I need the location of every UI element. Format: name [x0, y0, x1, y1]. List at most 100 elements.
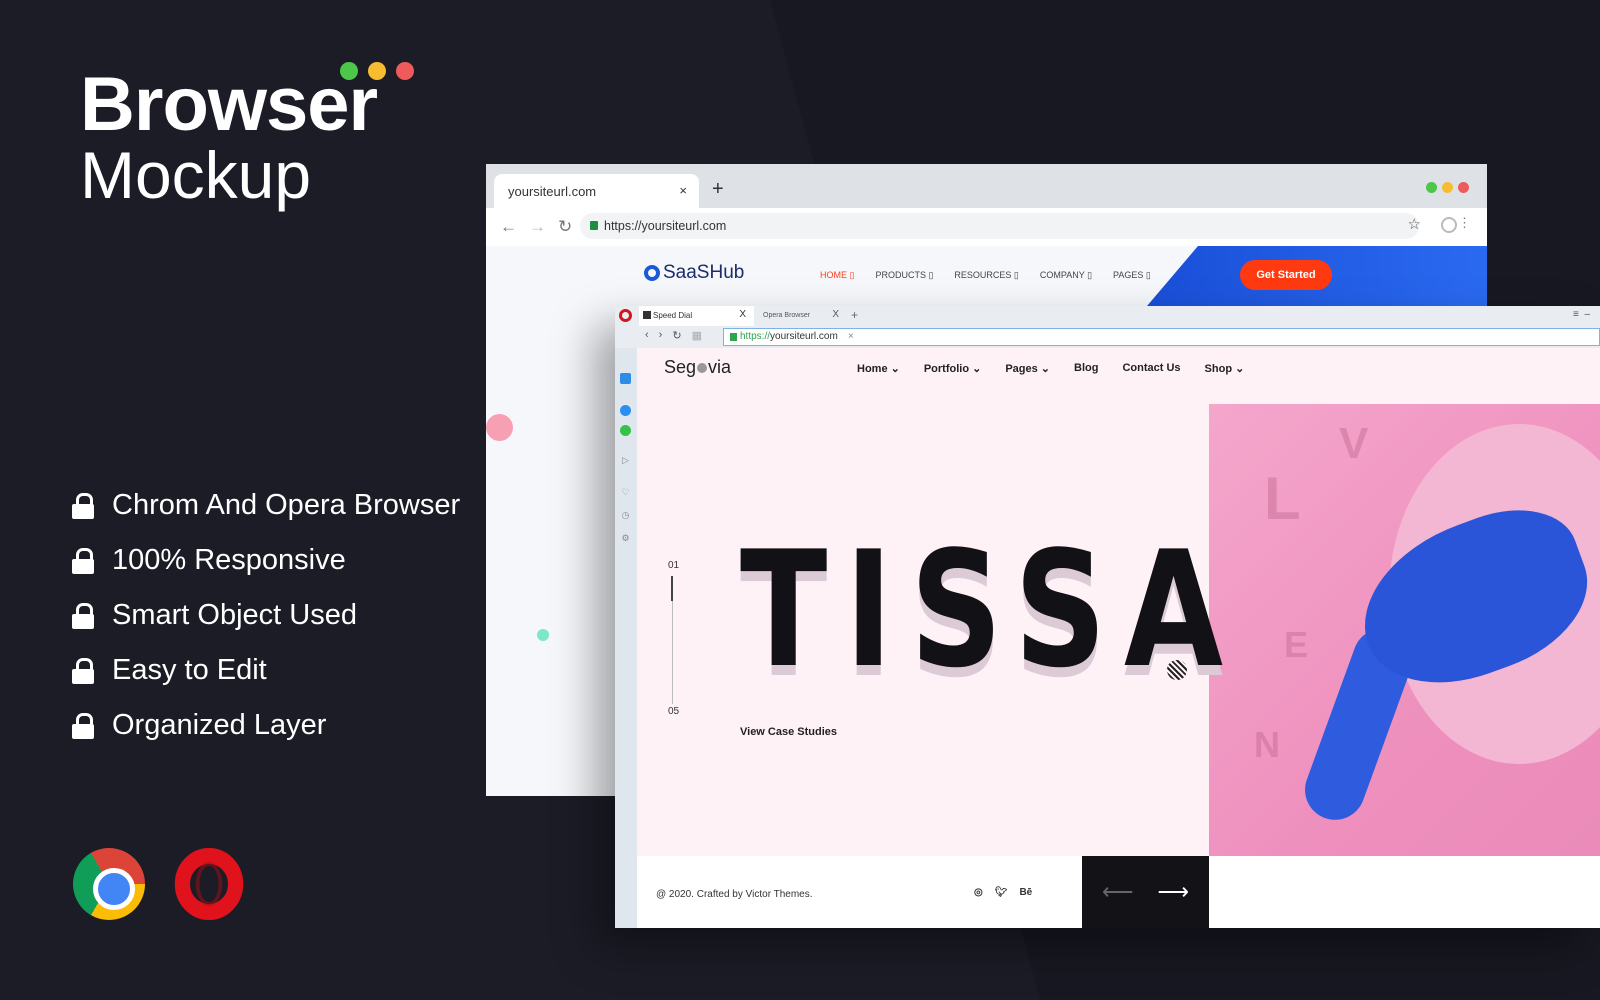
tab-menu-icon[interactable]: ≡ – [1573, 309, 1590, 320]
view-case-studies-link[interactable]: View Case Studies [740, 726, 837, 738]
reload-icon[interactable]: ↻ [672, 329, 681, 342]
opera-logo-icon [174, 848, 244, 920]
unlock-icon [72, 492, 94, 519]
opera-tab-bar: Speed Dial X Opera Browser X + ≡ – [615, 306, 1600, 326]
nav-contact-us[interactable]: Contact Us [1122, 362, 1180, 375]
saashub-logo[interactable]: SaaSHub [644, 262, 744, 284]
menu-icon[interactable]: ⋮ [1458, 215, 1471, 231]
green-dot [340, 62, 358, 80]
address-bar[interactable]: https://yoursiteurl.com [580, 213, 1419, 239]
prev-arrow-icon[interactable]: ⟵ [1102, 879, 1134, 905]
yellow-dot [368, 62, 386, 80]
opera-toolbar: ‹ › ↻ ▦ https://yoursiteurl.com × [615, 326, 1600, 348]
segovia-nav: Home ⌄ Portfolio ⌄ Pages ⌄ Blog Contact … [857, 362, 1244, 375]
next-arrow-icon[interactable]: ⟶ [1158, 879, 1190, 905]
tab-close-icon[interactable]: X [832, 309, 839, 320]
nav-company[interactable]: COMPANY ▯ [1040, 270, 1092, 281]
unlock-icon [72, 657, 94, 684]
clear-url-icon[interactable]: × [848, 331, 854, 342]
unlock-icon [72, 602, 94, 629]
forward-icon[interactable]: › [659, 329, 663, 342]
address-bar[interactable]: https://yoursiteurl.com × [723, 328, 1600, 346]
back-icon[interactable]: ‹ [645, 329, 649, 342]
speed-dial-icon[interactable]: ▦ [692, 329, 702, 342]
feature-label: Chrom And Opera Browser [112, 489, 461, 521]
send-icon[interactable]: ▷ [620, 455, 631, 466]
history-icon[interactable]: ◷ [620, 510, 631, 521]
instagram-icon[interactable]: ◎ [974, 887, 983, 898]
red-dot [396, 62, 414, 80]
segovia-logo[interactable]: Seg via [664, 357, 731, 378]
url-text: https://yoursiteurl.com [604, 219, 727, 233]
opera-sidebar: ▷ ♡ ◷ ⚙ [615, 348, 637, 928]
photo-letter: E [1284, 624, 1309, 665]
site-footer: @ 2020. Crafted by Victor Themes. ◎ 🐦︎ B… [637, 856, 1600, 928]
nav-home[interactable]: Home ⌄ [857, 362, 900, 375]
feature-item: Chrom And Opera Browser [72, 478, 460, 533]
tab-speed-dial[interactable]: Speed Dial X [639, 306, 754, 326]
slide-progress [671, 576, 673, 704]
home-icon[interactable] [620, 373, 631, 384]
hero-title: TISSA [740, 516, 1241, 703]
tab-title: Opera Browser [763, 312, 811, 319]
messenger-icon[interactable] [620, 405, 631, 416]
tab-close-icon[interactable]: × [679, 183, 687, 198]
feature-item: Organized Layer [72, 698, 460, 753]
tab-opera-browser[interactable]: Opera Browser X [755, 306, 847, 326]
chrome-tab-bar: yoursiteurl.com × + [486, 164, 1487, 208]
profile-icon[interactable] [1441, 217, 1457, 233]
chrome-toolbar: ← → ↻ https://yoursiteurl.com ☆ ⋮ [486, 208, 1487, 246]
close-button[interactable] [1458, 182, 1469, 193]
nav-blog[interactable]: Blog [1074, 362, 1098, 375]
logo-text: Seg [664, 357, 697, 377]
reload-icon[interactable]: ↻ [558, 217, 572, 237]
feature-item: Easy to Edit [72, 643, 460, 698]
tab-close-icon[interactable]: X [739, 309, 746, 320]
segovia-page: Seg via Home ⌄ Portfolio ⌄ Pages ⌄ Blog C… [637, 348, 1600, 928]
promo-title: Browser Mockup [80, 62, 378, 212]
forward-icon[interactable]: → [529, 217, 546, 237]
hero-photo: V L E N [1209, 404, 1600, 928]
get-started-button[interactable]: Get Started [1240, 260, 1332, 290]
nav-pages[interactable]: PAGES ▯ [1113, 270, 1151, 281]
feature-item: Smart Object Used [72, 588, 460, 643]
minimize-button[interactable] [1442, 182, 1453, 193]
nav-shop[interactable]: Shop ⌄ [1205, 362, 1245, 375]
tab-title: yoursiteurl.com [508, 184, 597, 199]
feature-label: Easy to Edit [112, 654, 267, 686]
feature-item: 100% Responsive [72, 533, 460, 588]
chrome-logo-icon [73, 848, 145, 920]
title-line-2: Mockup [80, 138, 312, 212]
feature-label: Organized Layer [112, 709, 327, 741]
traffic-dots [340, 62, 414, 80]
maximize-button[interactable] [1426, 182, 1437, 193]
photo-letter: N [1254, 724, 1280, 765]
back-icon[interactable]: ← [500, 217, 517, 237]
unlock-icon [72, 712, 94, 739]
bookmark-star-icon[interactable]: ☆ [1408, 215, 1421, 233]
opera-menu-icon[interactable] [619, 309, 632, 322]
whatsapp-icon[interactable] [620, 425, 631, 436]
twitter-icon[interactable]: 🐦︎ [995, 887, 1008, 898]
new-tab-button[interactable]: + [712, 178, 724, 201]
heart-icon[interactable]: ♡ [620, 487, 631, 498]
lock-icon [590, 221, 598, 230]
nav-products[interactable]: PRODUCTS ▯ [875, 270, 933, 281]
feature-label: Smart Object Used [112, 599, 357, 631]
new-tab-button[interactable]: + [851, 308, 858, 322]
behance-icon[interactable]: Bē [1019, 887, 1032, 898]
decor-dot [486, 414, 513, 441]
nav-portfolio[interactable]: Portfolio ⌄ [924, 362, 982, 375]
hatch-circle-decor [1167, 660, 1187, 680]
url-scheme: https:// [740, 331, 771, 342]
copyright-text: @ 2020. Crafted by Victor Themes. [656, 889, 813, 900]
chrome-tab[interactable]: yoursiteurl.com × [494, 174, 699, 208]
url-host: yoursiteurl.com [770, 331, 838, 342]
title-line-1: Browser [80, 62, 378, 147]
decor-dot [537, 629, 549, 641]
logo-dot-icon [697, 363, 708, 373]
settings-icon[interactable]: ⚙ [620, 533, 631, 544]
nav-resources[interactable]: RESOURCES ▯ [954, 270, 1018, 281]
nav-pages[interactable]: Pages ⌄ [1005, 362, 1050, 375]
nav-home[interactable]: HOME ▯ [820, 270, 854, 281]
